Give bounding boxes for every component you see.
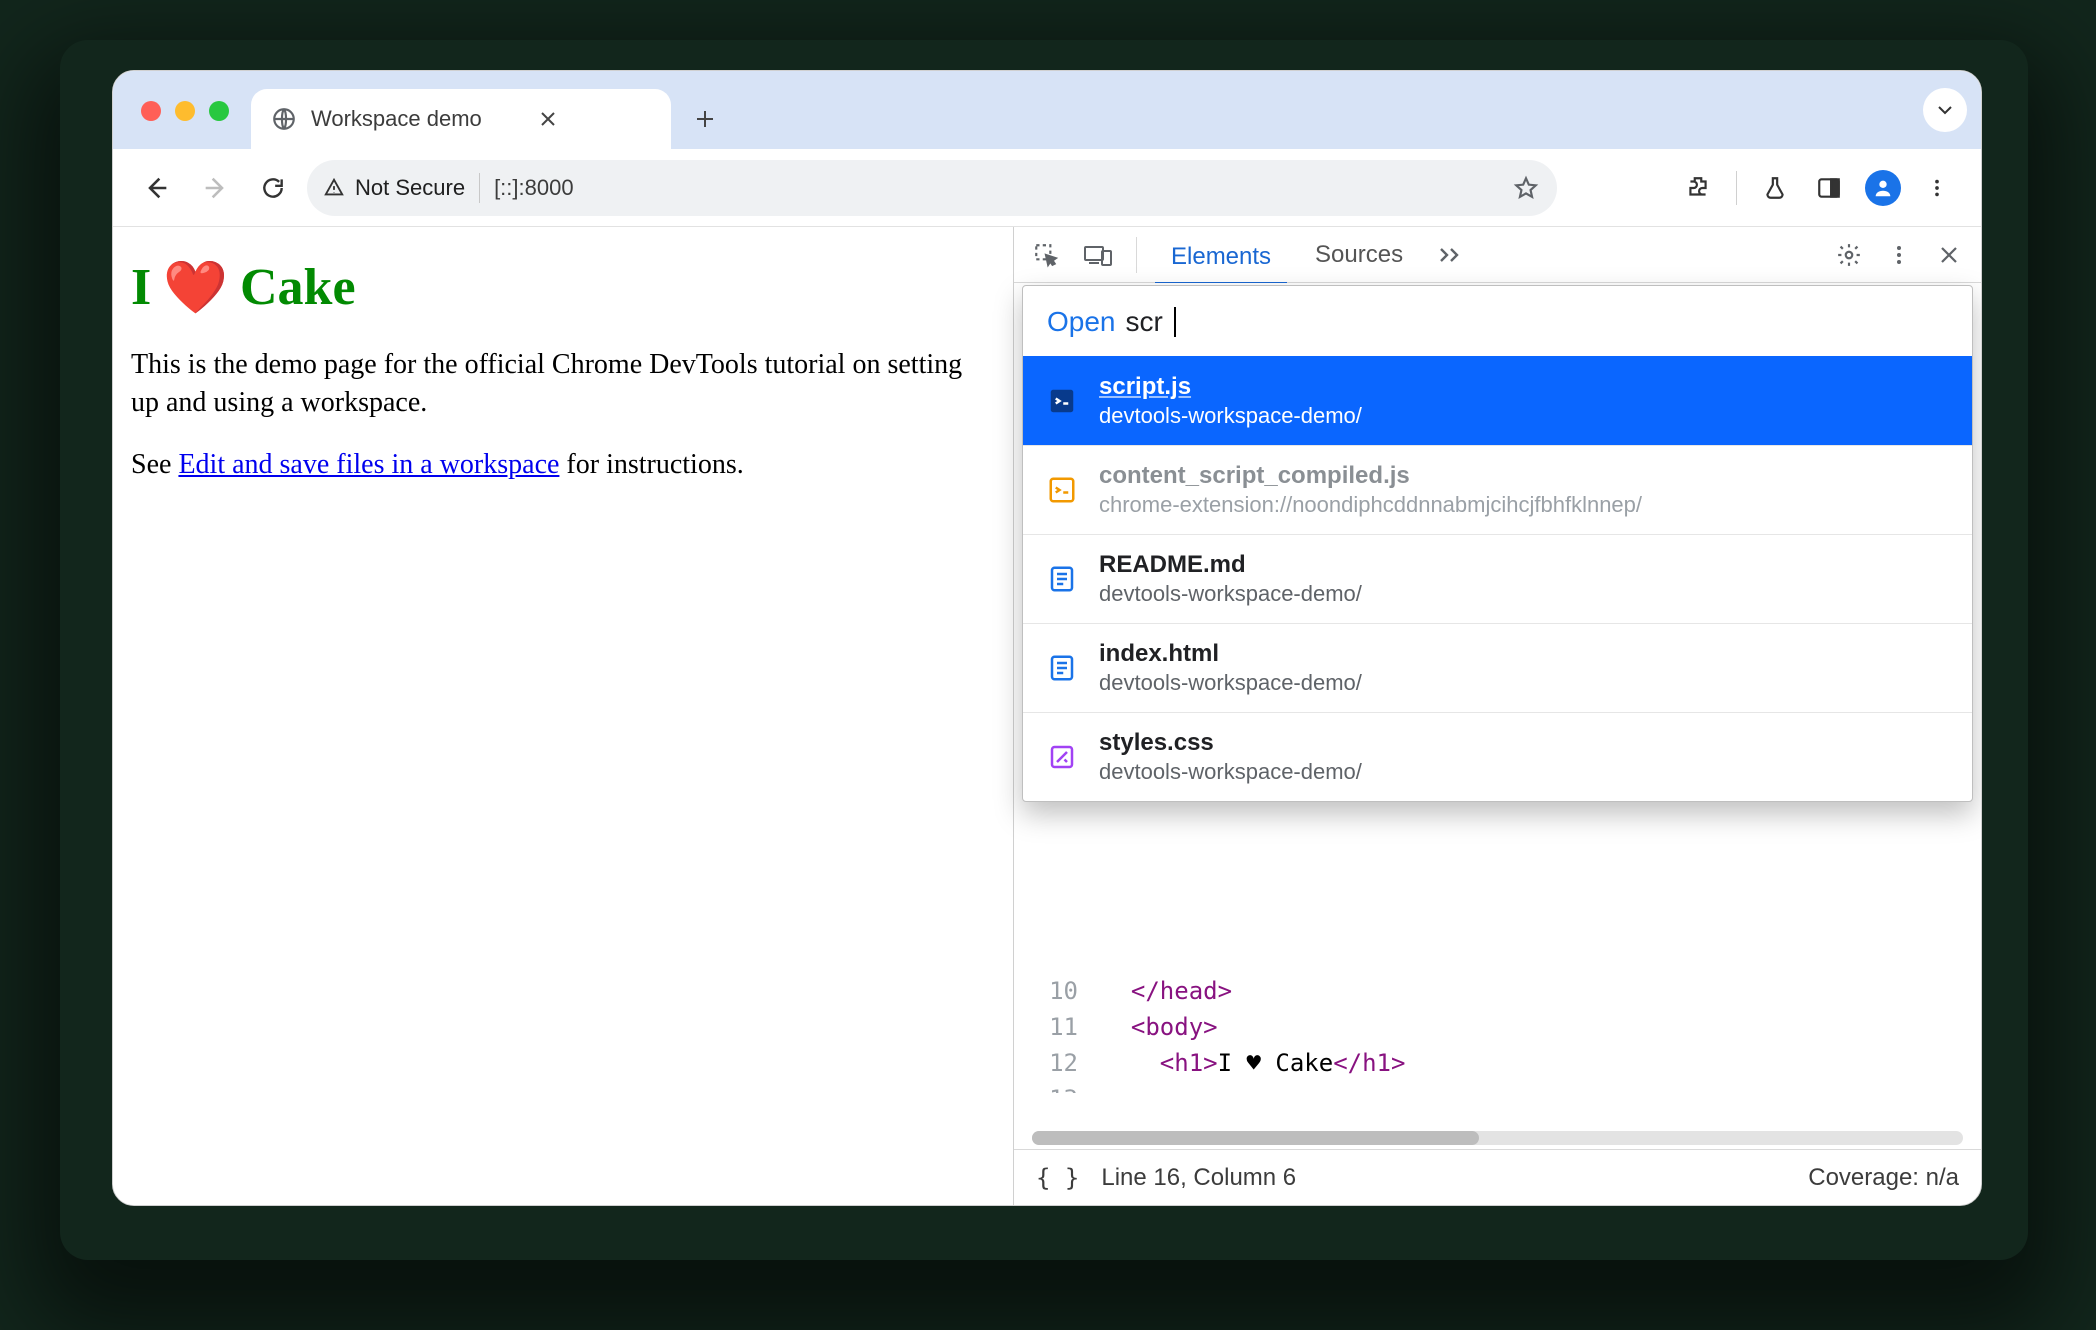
horizontal-scrollbar[interactable] <box>1032 1131 1963 1145</box>
file-path: chrome-extension://noondiphcddnnabmjcihc… <box>1099 492 1642 518</box>
tab-sources[interactable]: Sources <box>1299 237 1419 273</box>
file-name: index.html <box>1099 640 1362 668</box>
quick-open-query: scr <box>1126 306 1163 338</box>
page-content: I ❤️ Cake This is the demo page for the … <box>113 227 1013 1205</box>
code-text: <body> <box>1102 1009 1218 1045</box>
reload-button[interactable] <box>249 164 297 212</box>
file-name: content_script_compiled.js <box>1099 462 1642 490</box>
file-path: devtools-workspace-demo/ <box>1099 581 1362 607</box>
browser-tab[interactable]: Workspace demo <box>251 89 671 149</box>
chrome-menu-button[interactable] <box>1913 164 1961 212</box>
code-line: 13 <p> <box>1014 1081 1981 1093</box>
profile-button[interactable] <box>1859 164 1907 212</box>
address-bar[interactable]: Not Secure [::]:8000 <box>307 160 1557 216</box>
quick-open-item[interactable]: script.jsdevtools-workspace-demo/ <box>1023 356 1972 445</box>
more-tabs-icon[interactable] <box>1431 235 1471 275</box>
minimize-window-button[interactable] <box>175 101 195 121</box>
js-outline-file-icon <box>1045 473 1079 507</box>
js-file-icon <box>1045 384 1079 418</box>
quick-open-prefix: Open <box>1047 306 1116 338</box>
doc-file-icon <box>1045 651 1079 685</box>
quick-open-dialog: Open scr script.jsdevtools-workspace-dem… <box>1022 285 1973 802</box>
css-file-icon <box>1045 740 1079 774</box>
extensions-icon[interactable] <box>1674 164 1722 212</box>
security-chip[interactable]: Not Secure <box>323 175 465 201</box>
file-path: devtools-workspace-demo/ <box>1099 759 1362 785</box>
tab-title: Workspace demo <box>311 106 482 132</box>
line-number: 12 <box>1028 1045 1078 1081</box>
page-heading: I ❤️ Cake <box>131 257 995 318</box>
file-name: README.md <box>1099 551 1362 579</box>
code-text: </head> <box>1102 973 1232 1009</box>
url-text: [::]:8000 <box>494 175 574 201</box>
device-toggle-icon[interactable] <box>1078 235 1118 275</box>
line-number: 13 <box>1028 1081 1078 1093</box>
avatar-icon <box>1865 170 1901 206</box>
heading-word-i: I <box>131 258 151 317</box>
devtools-statusbar: { } Line 16, Column 6 Coverage: n/a <box>1014 1149 1981 1205</box>
labs-icon[interactable] <box>1751 164 1799 212</box>
see-suffix: for instructions. <box>559 449 743 480</box>
bookmark-icon[interactable] <box>1513 175 1539 201</box>
file-name: script.js <box>1099 373 1362 401</box>
text-caret <box>1174 307 1176 337</box>
code-line: 10 </head> <box>1014 973 1981 1009</box>
quick-open-item[interactable]: content_script_compiled.jschrome-extensi… <box>1023 445 1972 534</box>
doc-file-icon <box>1045 562 1079 596</box>
quick-open-input[interactable]: Open scr <box>1023 286 1972 356</box>
intro-paragraph: This is the demo page for the official C… <box>131 346 995 422</box>
globe-icon <box>271 106 297 132</box>
line-number: 10 <box>1028 973 1078 1009</box>
heart-icon: ❤️ <box>163 257 228 318</box>
see-prefix: See <box>131 449 178 480</box>
see-paragraph: See Edit and save files in a workspace f… <box>131 446 995 484</box>
tab-strip: Workspace demo <box>113 71 1981 149</box>
side-panel-icon[interactable] <box>1805 164 1853 212</box>
cursor-position: Line 16, Column 6 <box>1101 1164 1296 1192</box>
security-label: Not Secure <box>355 175 465 201</box>
workspace-tutorial-link[interactable]: Edit and save files in a workspace <box>178 449 559 480</box>
quick-open-results: script.jsdevtools-workspace-demo/content… <box>1023 356 1972 801</box>
new-tab-button[interactable] <box>683 97 727 141</box>
code-text: <h1>I ♥ Cake</h1> <box>1102 1045 1405 1081</box>
devtools-menu-icon[interactable] <box>1879 235 1919 275</box>
back-button[interactable] <box>133 164 181 212</box>
heading-word-cake: Cake <box>240 258 356 317</box>
close-devtools-icon[interactable] <box>1929 235 1969 275</box>
devtools-tabbar: Elements Sources <box>1014 227 1981 283</box>
file-path: devtools-workspace-demo/ <box>1099 403 1362 429</box>
forward-button[interactable] <box>191 164 239 212</box>
window-controls <box>141 101 229 121</box>
source-code-view[interactable]: 10 </head>11 <body>12 <h1>I ♥ Cake</h1>1… <box>1014 973 1981 1093</box>
file-path: devtools-workspace-demo/ <box>1099 670 1362 696</box>
quick-open-item[interactable]: README.mddevtools-workspace-demo/ <box>1023 534 1972 623</box>
braces-icon[interactable]: { } <box>1036 1164 1079 1192</box>
line-number: 11 <box>1028 1009 1078 1045</box>
devtools-panel: Elements Sources <box>1013 227 1981 1205</box>
maximize-window-button[interactable] <box>209 101 229 121</box>
code-text: <p> <box>1102 1081 1203 1093</box>
quick-open-item[interactable]: index.htmldevtools-workspace-demo/ <box>1023 623 1972 712</box>
quick-open-item[interactable]: styles.cssdevtools-workspace-demo/ <box>1023 712 1972 801</box>
close-tab-button[interactable] <box>536 107 560 131</box>
tab-elements[interactable]: Elements <box>1155 239 1287 285</box>
file-name: styles.css <box>1099 729 1362 757</box>
gear-icon[interactable] <box>1829 235 1869 275</box>
tab-menu-button[interactable] <box>1923 88 1967 132</box>
coverage-status: Coverage: n/a <box>1808 1164 1959 1192</box>
code-line: 12 <h1>I ♥ Cake</h1> <box>1014 1045 1981 1081</box>
inspect-icon[interactable] <box>1026 235 1066 275</box>
browser-toolbar: Not Secure [::]:8000 <box>113 149 1981 227</box>
browser-window: Workspace demo <box>112 70 1982 1206</box>
close-window-button[interactable] <box>141 101 161 121</box>
code-line: 11 <body> <box>1014 1009 1981 1045</box>
